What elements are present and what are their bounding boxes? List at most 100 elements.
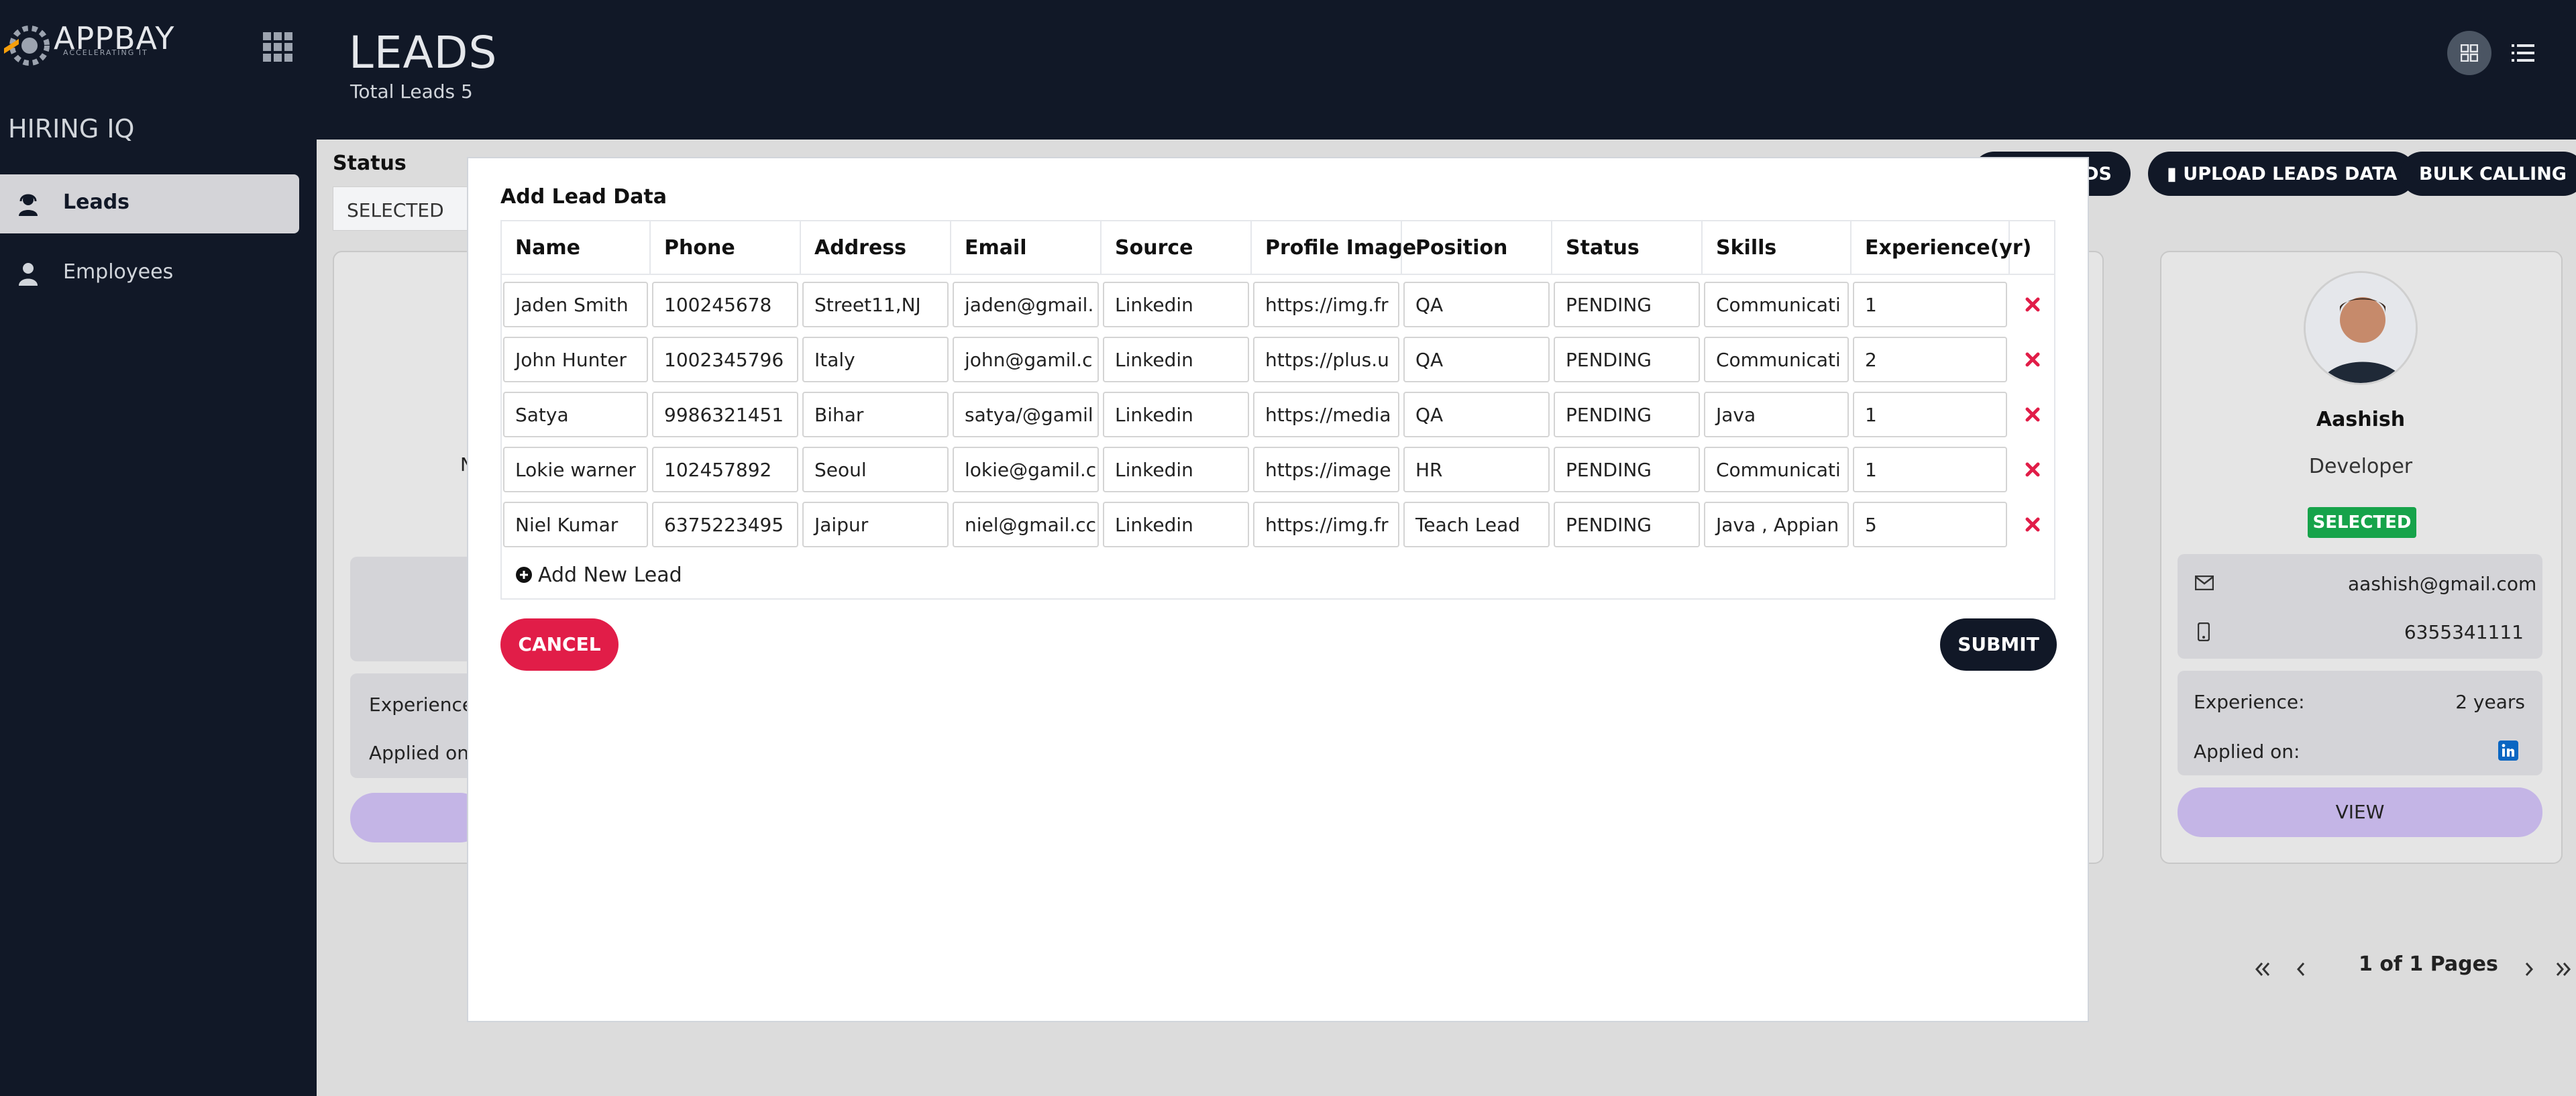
skills-input[interactable]: Communicati [1704,282,1849,327]
email-input[interactable]: niel@gmail.cc [953,502,1099,547]
cancel-button[interactable]: CANCEL [500,618,619,671]
address-input[interactable]: Street11,NJ [802,282,949,327]
phone-input[interactable]: 9986321451 [652,392,798,437]
name-input[interactable]: Satya [503,392,648,437]
profile-image-input[interactable]: https://img.fr [1253,502,1399,547]
column-header-profile-image: Profile Image [1252,221,1416,275]
status-input[interactable]: PENDING [1554,282,1700,327]
column-header-actions [2010,221,2054,275]
cell-value: 6375223495 [664,514,784,536]
email-input[interactable]: jaden@gmail. [953,282,1099,327]
cell-value: 1 [1865,294,1877,316]
cell-value: QA [1415,404,1444,426]
cell-value: niel@gmail.cc [965,514,1096,536]
plus-circle-icon [516,567,532,583]
column-header-label: Profile Image [1265,236,1417,260]
delete-row-icon[interactable] [2019,511,2046,538]
name-input[interactable]: Niel Kumar [503,502,648,547]
cell-value: 102457892 [664,459,772,481]
skills-input[interactable]: Java , Appian [1704,502,1849,547]
leads-table: Name Phone Address Email Source Profile … [500,220,2055,600]
column-header-label: Status [1566,236,1640,260]
address-input[interactable]: Jaipur [802,502,949,547]
source-input[interactable]: Linkedin [1103,337,1249,382]
cell-value: QA [1415,294,1444,316]
experience-input[interactable]: 1 [1853,282,2007,327]
column-header-source: Source [1102,221,1252,275]
cell-value: https://img.fr [1265,514,1389,536]
cell-value: QA [1415,349,1444,371]
cell-value: PENDING [1566,294,1652,316]
email-input[interactable]: satya/@gamil [953,392,1099,437]
address-input[interactable]: Seoul [802,447,949,492]
position-input[interactable]: Teach Lead [1403,502,1550,547]
name-input[interactable]: Lokie warner [503,447,648,492]
column-header-label: Source [1115,236,1193,260]
add-new-lead-label: Add New Lead [538,563,682,587]
position-input[interactable]: QA [1403,337,1550,382]
cell-value: Satya [515,404,569,426]
phone-input[interactable]: 100245678 [652,282,798,327]
source-input[interactable]: Linkedin [1103,447,1249,492]
position-input[interactable]: HR [1403,447,1550,492]
email-input[interactable]: lokie@gamil.c [953,447,1099,492]
experience-input[interactable]: 1 [1853,392,2007,437]
column-header-label: Phone [664,236,735,260]
position-input[interactable]: QA [1403,282,1550,327]
profile-image-input[interactable]: https://plus.u [1253,337,1399,382]
cell-value: Linkedin [1115,294,1193,316]
delete-row-icon[interactable] [2019,291,2046,318]
cell-value: Linkedin [1115,459,1193,481]
cell-value: Seoul [814,459,867,481]
name-input[interactable]: Jaden Smith [503,282,648,327]
cell-value: Communicati [1716,459,1841,481]
cell-value: Italy [814,349,855,371]
position-input[interactable]: QA [1403,392,1550,437]
status-input[interactable]: PENDING [1554,392,1700,437]
email-input[interactable]: john@gamil.c [953,337,1099,382]
source-input[interactable]: Linkedin [1103,502,1249,547]
skills-input[interactable]: Java [1704,392,1849,437]
status-input[interactable]: PENDING [1554,502,1700,547]
cell-value: John Hunter [515,349,627,371]
address-input[interactable]: Bihar [802,392,949,437]
delete-row-icon[interactable] [2019,401,2046,428]
profile-image-input[interactable]: https://media [1253,392,1399,437]
cell-value: Linkedin [1115,349,1193,371]
phone-input[interactable]: 1002345796 [652,337,798,382]
modal-title: Add Lead Data [500,185,667,209]
cell-value: Jaipur [814,514,869,536]
column-header-label: Experience(yr) [1865,236,2032,260]
add-new-lead-button[interactable]: Add New Lead [515,562,703,589]
skills-input[interactable]: Communicati [1704,447,1849,492]
status-input[interactable]: PENDING [1554,447,1700,492]
experience-input[interactable]: 2 [1853,337,2007,382]
phone-input[interactable]: 102457892 [652,447,798,492]
add-lead-modal: Add Lead Data Name Phone Address Email S… [467,157,2089,1022]
column-header-name: Name [502,221,651,275]
cell-value: Linkedin [1115,404,1193,426]
experience-input[interactable]: 5 [1853,502,2007,547]
cell-value: 1 [1865,459,1877,481]
cell-value: Bihar [814,404,864,426]
skills-input[interactable]: Communicati [1704,337,1849,382]
address-input[interactable]: Italy [802,337,949,382]
cell-value: https://img.fr [1265,294,1389,316]
phone-input[interactable]: 6375223495 [652,502,798,547]
source-input[interactable]: Linkedin [1103,282,1249,327]
column-header-label: Name [515,236,580,260]
cell-value: Linkedin [1115,514,1193,536]
profile-image-input[interactable]: https://image [1253,447,1399,492]
source-input[interactable]: Linkedin [1103,392,1249,437]
profile-image-input[interactable]: https://img.fr [1253,282,1399,327]
cell-value: Communicati [1716,294,1841,316]
submit-button[interactable]: SUBMIT [1940,618,2057,671]
name-input[interactable]: John Hunter [503,337,648,382]
cell-value: https://media [1265,404,1391,426]
delete-row-icon[interactable] [2019,346,2046,373]
cell-value: Teach Lead [1415,514,1521,536]
delete-row-icon[interactable] [2019,456,2046,483]
experience-input[interactable]: 1 [1853,447,2007,492]
status-input[interactable]: PENDING [1554,337,1700,382]
column-header-skills: Skills [1703,221,1851,275]
